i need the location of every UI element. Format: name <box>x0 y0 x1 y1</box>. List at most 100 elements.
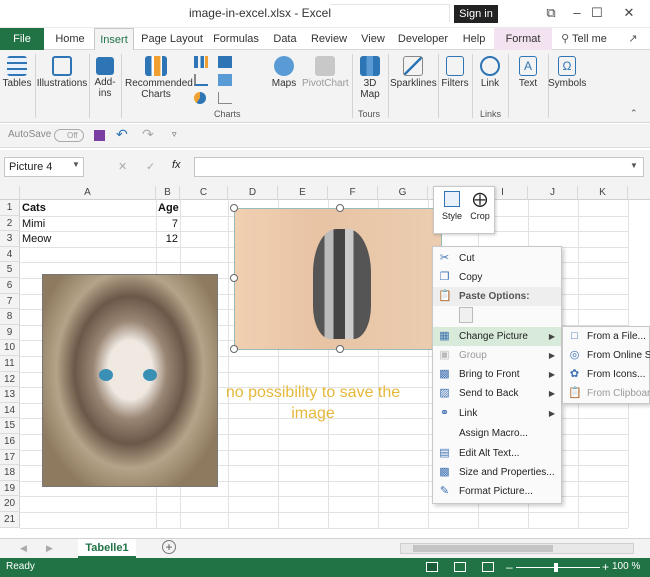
sign-in-button[interactable]: Sign in <box>454 5 498 23</box>
hierarchy-chart-icon[interactable] <box>218 56 232 68</box>
scatter-chart-icon[interactable] <box>218 92 232 104</box>
tables-button[interactable]: Tables <box>2 52 32 89</box>
submenu-item-from-clipboard[interactable]: 📋 From Clipboard <box>563 384 650 403</box>
autosave-toggle[interactable]: Off <box>54 129 84 142</box>
cell-b2[interactable]: 7 <box>156 217 180 233</box>
row-header[interactable]: 10 <box>0 340 20 356</box>
row-header[interactable]: 16 <box>0 434 20 450</box>
crop-button[interactable]: ⨁ Crop <box>466 191 494 221</box>
page-break-view-icon[interactable] <box>482 562 494 572</box>
tab-view[interactable]: View <box>356 28 390 50</box>
tab-data[interactable]: Data <box>268 28 302 50</box>
tab-format[interactable]: Format <box>494 28 552 50</box>
row-header[interactable]: 3 <box>0 231 20 247</box>
menu-item-size-and-properties[interactable]: ▩ Size and Properties... <box>433 463 561 482</box>
row-header[interactable]: 6 <box>0 278 20 294</box>
row-header[interactable]: 13 <box>0 387 20 403</box>
style-button[interactable]: Style <box>438 191 466 221</box>
row-header[interactable]: 7 <box>0 293 20 310</box>
text-button[interactable]: A Text <box>510 52 546 89</box>
pivotchart-button[interactable]: PivotChart <box>302 52 349 89</box>
cell-a1[interactable]: Cats <box>20 201 156 217</box>
resize-handle[interactable] <box>336 345 344 353</box>
normal-view-icon[interactable] <box>426 562 438 572</box>
zoom-slider[interactable] <box>516 563 600 572</box>
row-header[interactable]: 18 <box>0 465 20 481</box>
column-header[interactable]: J <box>528 186 578 200</box>
row-header[interactable]: 20 <box>0 496 20 512</box>
zoom-slider-thumb[interactable] <box>554 563 558 572</box>
tab-insert[interactable]: Insert <box>94 28 134 51</box>
resize-handle[interactable] <box>230 274 238 282</box>
tab-developer[interactable]: Developer <box>396 28 450 50</box>
scrollbar-thumb[interactable] <box>413 545 553 552</box>
row-header[interactable]: 19 <box>0 480 20 497</box>
zoom-in-button[interactable]: + <box>602 560 609 574</box>
tab-file[interactable]: File <box>0 28 44 50</box>
menu-item-cut[interactable]: ✂ Cut <box>433 249 561 268</box>
cat-picture-1[interactable] <box>42 274 218 487</box>
resize-handle[interactable] <box>230 204 238 212</box>
tab-home[interactable]: Home <box>52 28 88 50</box>
cancel-entry-icon[interactable]: ✕ <box>118 160 127 173</box>
row-header[interactable]: 9 <box>0 324 20 341</box>
name-box-dropdown-icon[interactable]: ▼ <box>72 160 80 169</box>
row-header[interactable]: 8 <box>0 309 20 325</box>
save-icon[interactable] <box>94 130 105 141</box>
cat-picture-2-selected[interactable] <box>234 208 442 350</box>
tab-review[interactable]: Review <box>308 28 350 50</box>
cell-a3[interactable]: Meow <box>20 232 156 248</box>
row-header[interactable]: 11 <box>0 356 20 372</box>
submenu-item-from-online[interactable]: ◎ From Online So <box>563 346 650 365</box>
line-chart-icon[interactable] <box>194 74 208 86</box>
menu-item-edit-alt-text[interactable]: ▤ Edit Alt Text... <box>433 444 561 463</box>
menu-item-copy[interactable]: ❐ Copy <box>433 268 561 287</box>
prev-sheet-icon[interactable]: ◀ <box>20 543 27 554</box>
column-header[interactable]: E <box>278 186 328 200</box>
insert-function-icon[interactable]: fx <box>172 159 181 171</box>
statistic-chart-icon[interactable] <box>218 74 232 86</box>
column-header[interactable]: F <box>328 186 378 200</box>
page-layout-view-icon[interactable] <box>454 562 466 572</box>
sparklines-button[interactable]: Sparklines <box>390 52 437 89</box>
column-chart-icon[interactable] <box>194 56 208 68</box>
menu-item-format-picture[interactable]: ✎ Format Picture... <box>433 482 561 501</box>
symbols-button[interactable]: Ω Symbols <box>548 52 586 89</box>
ribbon-display-options-button[interactable]: ⧉ <box>540 3 562 23</box>
minimize-button[interactable]: – <box>566 3 588 23</box>
collapse-ribbon-icon[interactable]: ⌃ <box>630 108 638 119</box>
column-header[interactable]: A <box>20 186 156 200</box>
maps-button[interactable]: Maps <box>266 52 302 89</box>
expand-formula-bar-icon[interactable]: ▼ <box>630 161 638 170</box>
maximize-button[interactable]: ☐ <box>586 3 608 23</box>
cell-a2[interactable]: Mimi <box>20 217 156 233</box>
menu-item-send-to-back[interactable]: ▨ Send to Back ▶ <box>433 384 561 403</box>
select-all-corner[interactable] <box>0 186 20 200</box>
link-button[interactable]: Link <box>475 52 505 89</box>
menu-item-assign-macro[interactable]: Assign Macro... <box>433 424 561 443</box>
customize-qat-icon[interactable]: ▿ <box>172 129 177 140</box>
chart-types-gallery[interactable] <box>192 54 264 106</box>
next-sheet-icon[interactable]: ▶ <box>46 543 53 554</box>
zoom-level[interactable]: 100 % <box>612 561 640 572</box>
illustrations-button[interactable]: Illustrations <box>36 52 88 89</box>
formula-input[interactable] <box>194 157 644 177</box>
pie-chart-icon[interactable] <box>194 92 206 104</box>
row-header[interactable]: 14 <box>0 402 20 419</box>
column-header[interactable]: D <box>228 186 278 200</box>
column-header[interactable]: B <box>156 186 180 200</box>
submenu-item-from-file[interactable]: □ From a File... <box>563 327 650 346</box>
close-button[interactable]: ✕ <box>618 3 640 23</box>
submenu-item-from-icons[interactable]: ✿ From Icons... <box>563 365 650 384</box>
resize-handle[interactable] <box>336 204 344 212</box>
row-header[interactable]: 17 <box>0 449 20 466</box>
recommended-charts-button[interactable]: Recommended Charts <box>123 52 193 100</box>
column-header[interactable]: G <box>378 186 428 200</box>
menu-item-bring-to-front[interactable]: ▩ Bring to Front ▶ <box>433 365 561 384</box>
horizontal-scrollbar[interactable] <box>400 543 634 554</box>
resize-handle[interactable] <box>230 345 238 353</box>
cell-b3[interactable]: 12 <box>156 232 180 248</box>
zoom-out-button[interactable]: – <box>506 560 513 574</box>
tab-formulas[interactable]: Formulas <box>212 28 260 50</box>
addins-button[interactable]: Add-ins <box>90 52 120 99</box>
